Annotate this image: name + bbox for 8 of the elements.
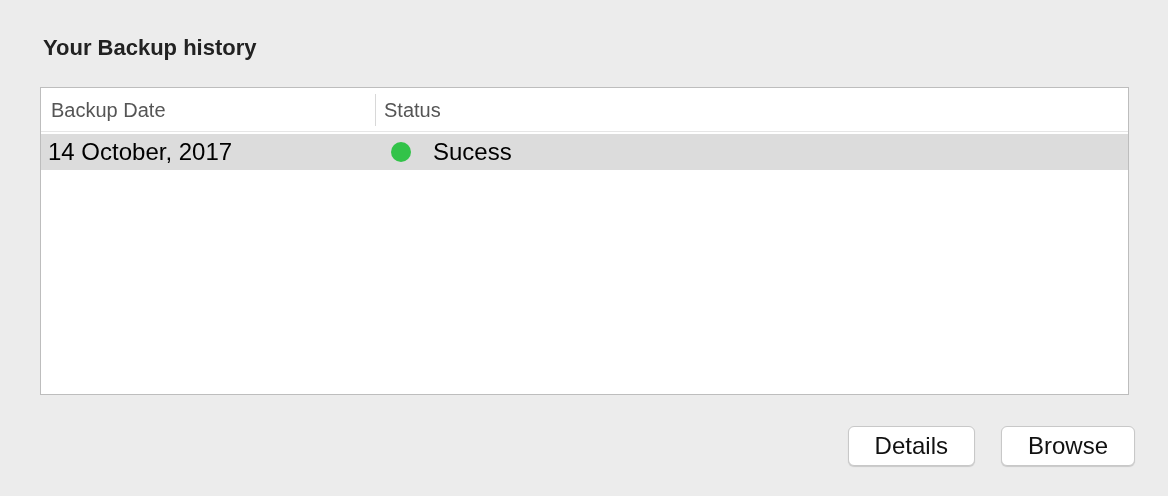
backup-date: 14 October, 2017 [47, 137, 234, 167]
action-button[interactable]: Details [847, 426, 975, 466]
status-text: Sucess [433, 137, 512, 167]
column-header[interactable]: Backup Date [51, 94, 166, 125]
section-title: Your Backup history [43, 34, 258, 62]
column-header[interactable]: Status [384, 94, 441, 125]
table-row[interactable]: 14 October, 2017 Sucess [41, 134, 1128, 170]
action-button[interactable]: Browse [1000, 426, 1135, 466]
